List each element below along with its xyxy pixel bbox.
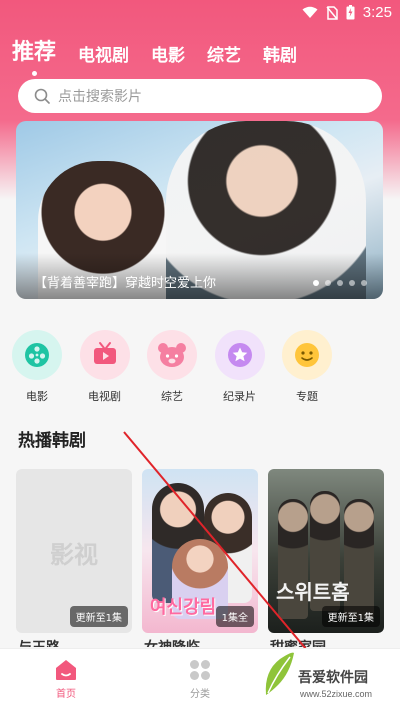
banner-dot[interactable]	[325, 280, 331, 286]
featured-banner[interactable]: 【背着善宰跑】穿越时空爱上你	[16, 121, 383, 299]
banner-caption: 【背着善宰跑】穿越时空爱上你	[34, 276, 217, 291]
tab-korean-drama[interactable]: 韩剧	[263, 41, 297, 66]
korean-drama-list: 影视 更新至1集 여신강림 1集全 스위트홈 更新至1集	[16, 469, 384, 633]
category-shortcuts: 电影 电视剧 综艺 纪录片 专题	[10, 330, 390, 404]
search-placeholder: 点击搜索影片	[58, 89, 142, 105]
poster-title: 스위트홈	[276, 580, 350, 604]
banner-dot[interactable]	[349, 280, 355, 286]
card-title: 甜蜜家园	[270, 637, 326, 647]
tab-tv-series[interactable]: 电视剧	[78, 41, 129, 66]
episode-badge: 更新至1集	[321, 606, 380, 627]
search-bar[interactable]: 点击搜索影片	[18, 79, 382, 113]
category-documentary[interactable]: 纪录片	[213, 330, 267, 404]
bear-face-icon	[147, 330, 197, 380]
category-label: 纪录片	[223, 390, 256, 403]
drama-card[interactable]: 影视 更新至1集	[16, 469, 132, 633]
film-reel-icon	[12, 330, 62, 380]
card-title: 女神降临	[144, 637, 200, 647]
watermark-url: www.52zixue.com	[300, 689, 373, 699]
poster-placeholder: 影视	[50, 541, 98, 569]
category-label: 综艺	[161, 390, 183, 403]
banner-dot[interactable]	[361, 280, 367, 286]
tab-recommend[interactable]: 推荐	[12, 34, 56, 76]
drama-card[interactable]: 여신강림 1集全	[142, 469, 258, 633]
top-tabs: 推荐 电视剧 电影 综艺 韩剧	[12, 34, 297, 76]
wifi-icon	[302, 6, 318, 18]
category-variety[interactable]: 综艺	[145, 330, 199, 404]
category-label: 专题	[296, 390, 318, 403]
category-label: 电视剧	[88, 390, 121, 403]
nav-home-label: 首页	[56, 689, 76, 700]
tv-icon	[79, 330, 130, 380]
nav-home[interactable]: 首页	[36, 659, 96, 700]
site-watermark: 吾爱软件园 www.52zixue.com	[262, 647, 390, 707]
category-topics[interactable]: 专题	[280, 330, 334, 404]
no-sim-icon	[326, 5, 338, 20]
episode-badge: 1集全	[215, 606, 254, 627]
category-tv-series[interactable]: 电视剧	[78, 330, 132, 404]
poster-title: 여신강림	[150, 597, 217, 618]
status-bar: 3:25	[0, 0, 400, 28]
home-icon	[56, 660, 76, 680]
category-label: 电影	[26, 390, 48, 403]
star-badge-icon	[214, 330, 265, 380]
episode-badge: 更新至1集	[69, 606, 128, 627]
search-icon	[34, 88, 50, 104]
status-time: 3:25	[362, 4, 392, 21]
watermark-name: 吾爱软件园	[298, 670, 368, 686]
battery-charging-icon	[346, 5, 355, 20]
card-title: 与王路	[18, 637, 60, 647]
nav-category[interactable]: 分类	[170, 659, 230, 700]
nav-category-label: 分类	[190, 689, 210, 700]
banner-dot[interactable]	[313, 280, 319, 286]
category-grid-icon	[190, 660, 210, 680]
drama-card[interactable]: 스위트홈 更新至1集	[268, 469, 384, 633]
banner-dot[interactable]	[337, 280, 343, 286]
category-movies[interactable]: 电影	[10, 330, 64, 404]
section-title: 热播韩剧	[18, 431, 86, 451]
leaf-logo-icon	[265, 652, 294, 695]
tab-movies[interactable]: 电影	[151, 41, 185, 66]
banner-pagination	[313, 280, 367, 286]
smiley-icon	[282, 330, 332, 380]
tab-variety[interactable]: 综艺	[207, 41, 241, 66]
